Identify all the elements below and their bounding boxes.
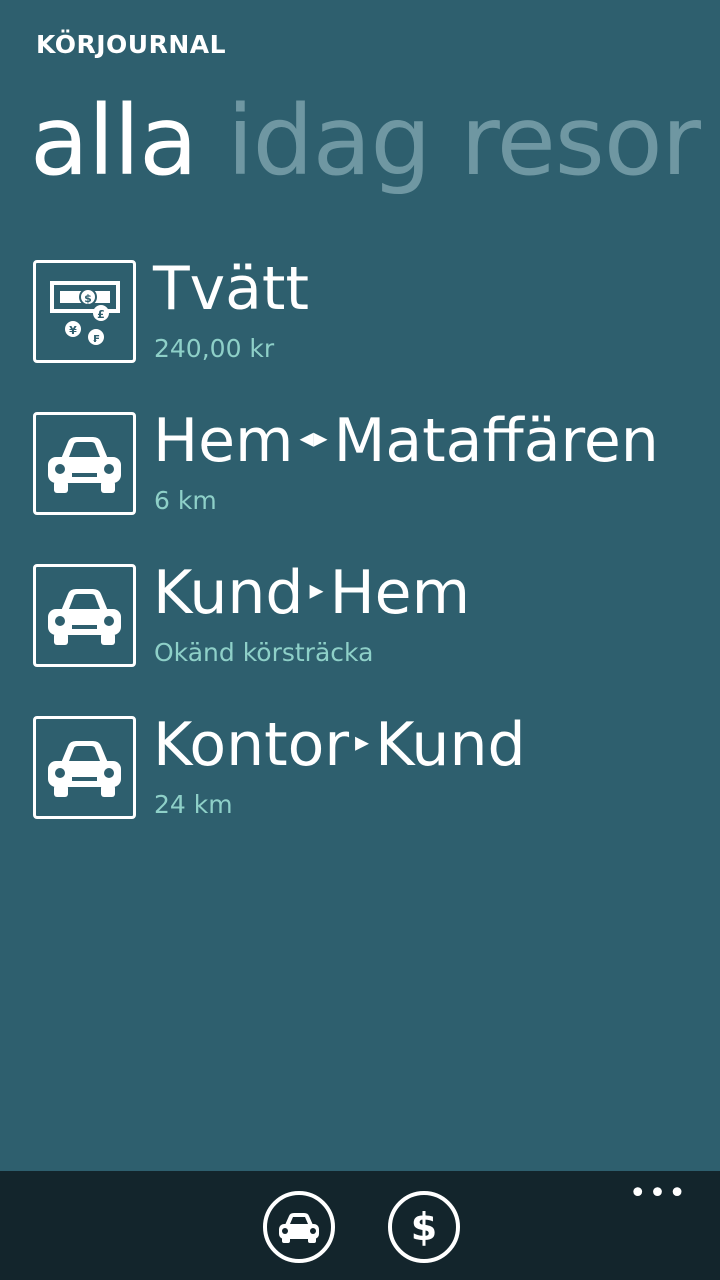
entry-title: Kontor ▸ Kund bbox=[153, 706, 526, 787]
svg-text:₣: ₣ bbox=[93, 334, 100, 345]
route-to: Hem bbox=[329, 558, 471, 628]
add-expense-button[interactable]: $ bbox=[388, 1191, 460, 1263]
car-icon bbox=[279, 1213, 319, 1243]
list-item[interactable]: $ £ ¥ ₣ Tvätt 240,00 kr bbox=[33, 254, 713, 410]
svg-text:¥: ¥ bbox=[69, 324, 77, 337]
svg-text:$: $ bbox=[411, 1205, 437, 1249]
more-options-icon[interactable]: ••• bbox=[629, 1179, 688, 1209]
app-title: KÖRJOURNAL bbox=[36, 30, 227, 59]
pivot-tab-idag[interactable]: idag bbox=[227, 85, 431, 197]
route-to: Kund bbox=[375, 710, 526, 780]
money-icon: $ £ ¥ ₣ bbox=[33, 260, 136, 363]
entry-title: Kund ▸ Hem bbox=[153, 554, 470, 635]
pivot-header: alla idag resor bbox=[30, 76, 720, 206]
car-icon bbox=[33, 716, 136, 819]
pivot-tab-resor[interactable]: resor bbox=[460, 85, 701, 197]
entry-title: Tvätt bbox=[153, 254, 309, 324]
list-item[interactable]: Kund ▸ Hem Okänd körsträcka bbox=[33, 558, 713, 714]
pivot-tab-alla[interactable]: alla bbox=[30, 85, 198, 197]
app-bar: $ ••• bbox=[0, 1171, 720, 1280]
dollar-icon: $ bbox=[411, 1205, 437, 1249]
entry-subtitle: 24 km bbox=[154, 790, 233, 819]
svg-text:$: $ bbox=[84, 292, 92, 305]
entry-subtitle: 240,00 kr bbox=[154, 334, 275, 363]
arrow-right-icon: ▸ bbox=[355, 725, 370, 759]
car-icon bbox=[33, 564, 136, 667]
list-item[interactable]: Hem ◂▸ Mataffären 6 km bbox=[33, 406, 713, 562]
bidirectional-arrow-icon: ◂▸ bbox=[299, 421, 328, 455]
journal-list: $ £ ¥ ₣ Tvätt 240,00 kr Hem ◂▸ Mataffäre… bbox=[33, 254, 713, 866]
entry-subtitle: Okänd körsträcka bbox=[154, 638, 374, 667]
entry-title: Hem ◂▸ Mataffären bbox=[153, 402, 659, 483]
arrow-right-icon: ▸ bbox=[309, 573, 324, 607]
entry-subtitle: 6 km bbox=[154, 486, 217, 515]
add-trip-button[interactable] bbox=[263, 1191, 335, 1263]
route-from: Hem bbox=[153, 406, 294, 476]
svg-text:£: £ bbox=[97, 308, 105, 321]
route-to: Mataffären bbox=[333, 406, 659, 476]
route-from: Kund bbox=[153, 558, 304, 628]
car-icon bbox=[33, 412, 136, 515]
list-item[interactable]: Kontor ▸ Kund 24 km bbox=[33, 710, 713, 866]
route-from: Kontor bbox=[153, 710, 349, 780]
